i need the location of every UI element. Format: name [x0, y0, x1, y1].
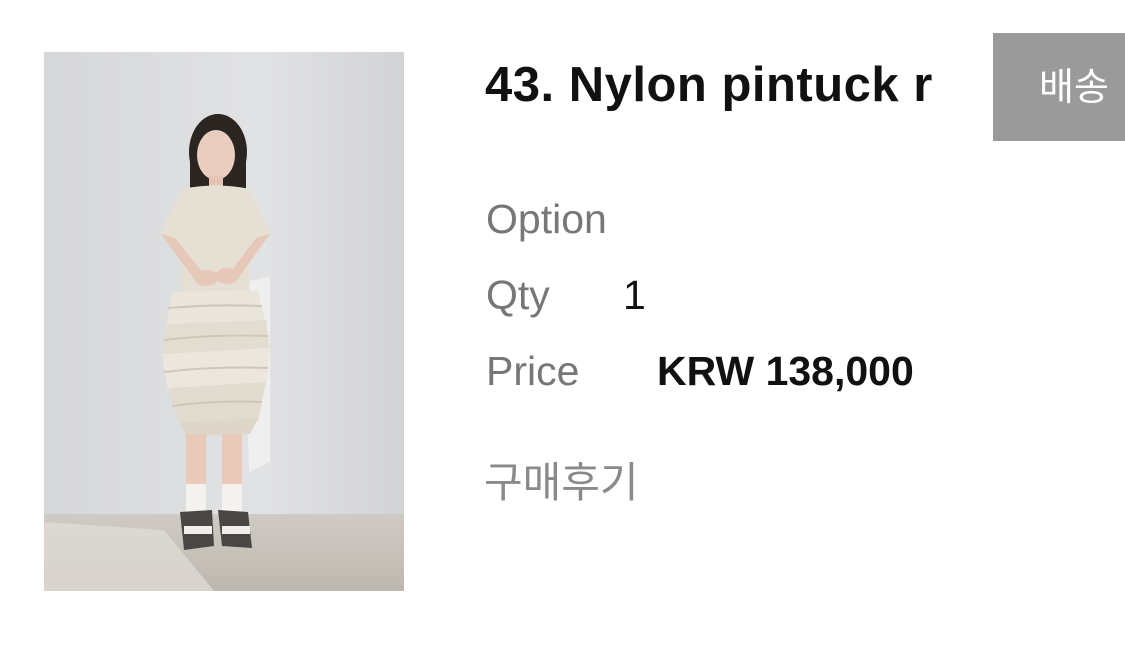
quantity-row: Qty 1 [486, 271, 646, 320]
qty-value: 1 [623, 272, 646, 318]
price-label: Price [486, 348, 580, 394]
price-value: KRW 138,000 [657, 348, 914, 394]
product-image [44, 52, 404, 591]
product-detail-page: 43. Nylon pintuck r Option Qty 1 Price K… [0, 0, 1125, 651]
product-title: 43. Nylon pintuck r [485, 58, 933, 112]
price-row: Price KRW 138,000 [486, 347, 914, 396]
model-photo [44, 52, 404, 591]
option-row: Option [486, 195, 607, 244]
qty-label: Qty [486, 272, 550, 318]
shipping-button[interactable]: 배송 [993, 33, 1125, 141]
purchase-review-link[interactable]: 구매후기 [484, 458, 639, 508]
option-label: Option [486, 196, 607, 242]
